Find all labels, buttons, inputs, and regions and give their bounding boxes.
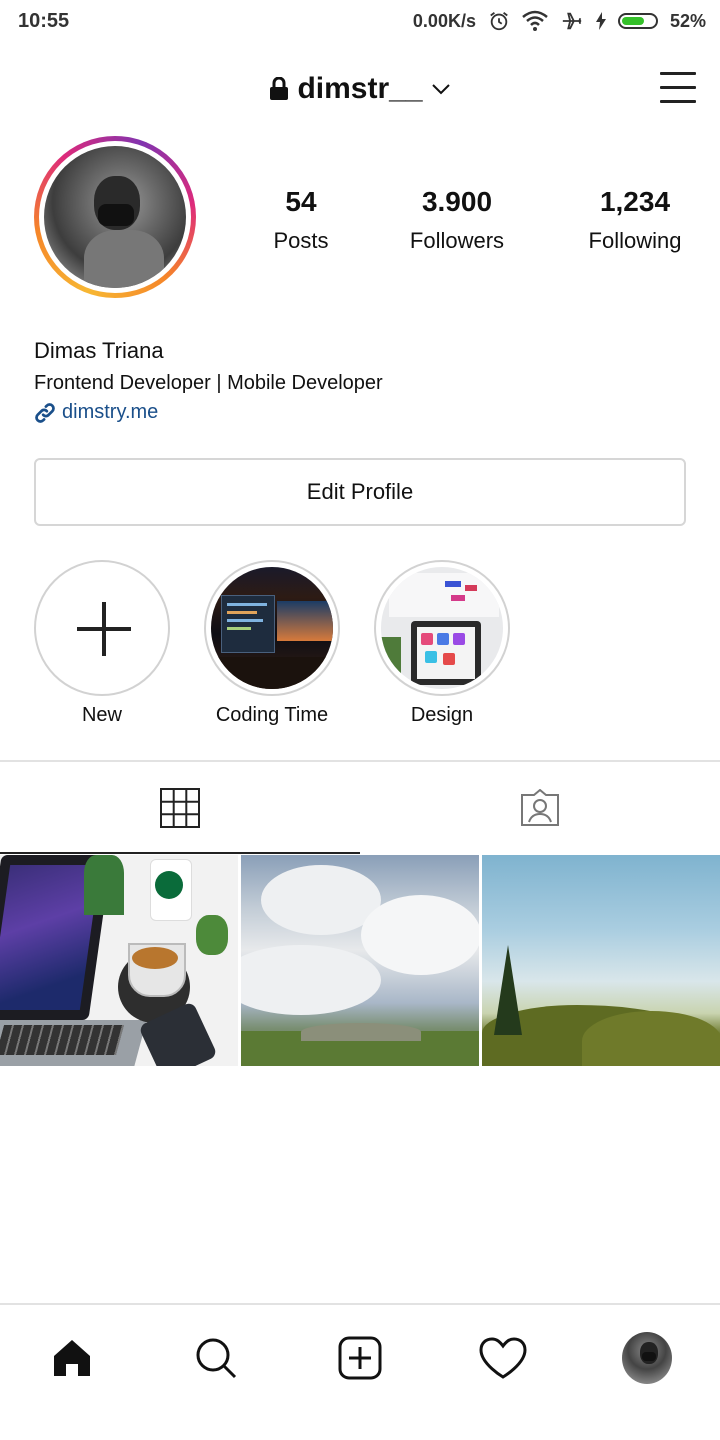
highlight-new[interactable]: New (34, 560, 170, 727)
tab-grid[interactable] (0, 762, 360, 854)
stat-label: Following (588, 228, 682, 253)
stat-value: 3.900 (421, 186, 493, 217)
profile-website-link[interactable]: dimstry.me (34, 401, 383, 424)
status-bar: 10:55 0.00K/s 52% (0, 0, 720, 44)
wifi-icon (522, 10, 548, 31)
nav-home[interactable] (47, 1333, 97, 1383)
highlight-circle (374, 560, 510, 696)
status-time: 10:55 (18, 10, 70, 32)
profile-avatar (44, 146, 186, 288)
username-switcher[interactable]: dimstr__ (0, 72, 720, 106)
tagged-icon (521, 789, 559, 826)
status-right: 0.00K/s 52% (413, 10, 706, 32)
profile-name: Dimas Triana (34, 338, 164, 363)
bottom-navigation (0, 1305, 720, 1417)
stat-posts[interactable]: 54 Posts (226, 186, 376, 254)
charging-icon (595, 12, 606, 30)
battery-icon (617, 13, 658, 29)
nav-profile[interactable] (622, 1332, 672, 1384)
highlight-design[interactable]: Design (374, 560, 510, 727)
edit-profile-button[interactable]: Edit Profile (34, 458, 686, 526)
active-tab-indicator (0, 852, 360, 854)
airplane-icon (562, 12, 582, 30)
highlight-coding-time[interactable]: Coding Time (204, 560, 340, 727)
nav-search[interactable] (191, 1333, 241, 1383)
nav-add-post[interactable] (335, 1333, 385, 1383)
grid-icon (160, 788, 200, 828)
menu-icon[interactable] (660, 72, 696, 104)
highlight-label: Design (410, 704, 474, 726)
alarm-icon (490, 12, 508, 31)
nav-activity[interactable] (478, 1333, 528, 1383)
profile-avatar (622, 1332, 672, 1384)
stat-value: 1,234 (599, 186, 671, 217)
search-icon (196, 1338, 237, 1379)
link-icon (35, 402, 55, 423)
profile-tabs (0, 762, 720, 854)
profile-header: dimstr__ (0, 62, 720, 118)
heart-icon (479, 1337, 527, 1379)
highlight-label: New (81, 704, 122, 726)
battery-percent: 52% (669, 10, 706, 31)
lock-icon (270, 77, 289, 100)
stat-label: Followers (409, 228, 505, 253)
highlight-circle (204, 560, 340, 696)
highlight-label: Coding Time (215, 704, 329, 726)
highlight-thumbnail (381, 567, 503, 689)
post-thumbnail[interactable] (0, 855, 238, 1066)
post-thumbnail[interactable] (241, 855, 479, 1066)
stat-label: Posts (273, 228, 329, 253)
chevron-down-icon (431, 84, 450, 95)
add-post-icon (338, 1336, 382, 1380)
network-speed: 0.00K/s (412, 10, 476, 31)
stat-following[interactable]: 1,234 Following (560, 186, 710, 254)
profile-avatar-ring[interactable] (34, 136, 196, 298)
profile-bio: Dimas Triana Frontend Developer | Mobile… (34, 338, 383, 424)
profile-website-text: dimstry.me (62, 401, 159, 423)
highlight-thumbnail (211, 567, 333, 689)
highlight-circle (34, 560, 170, 696)
stat-value: 54 (285, 186, 317, 217)
plus-icon (77, 627, 131, 631)
tab-tagged[interactable] (360, 762, 720, 854)
username: dimstr__ (297, 72, 423, 105)
profile-description: Frontend Developer | Mobile Developer (34, 372, 383, 394)
stat-followers[interactable]: 3.900 Followers (382, 186, 532, 254)
post-thumbnail[interactable] (482, 855, 720, 1066)
home-icon (54, 1340, 90, 1376)
